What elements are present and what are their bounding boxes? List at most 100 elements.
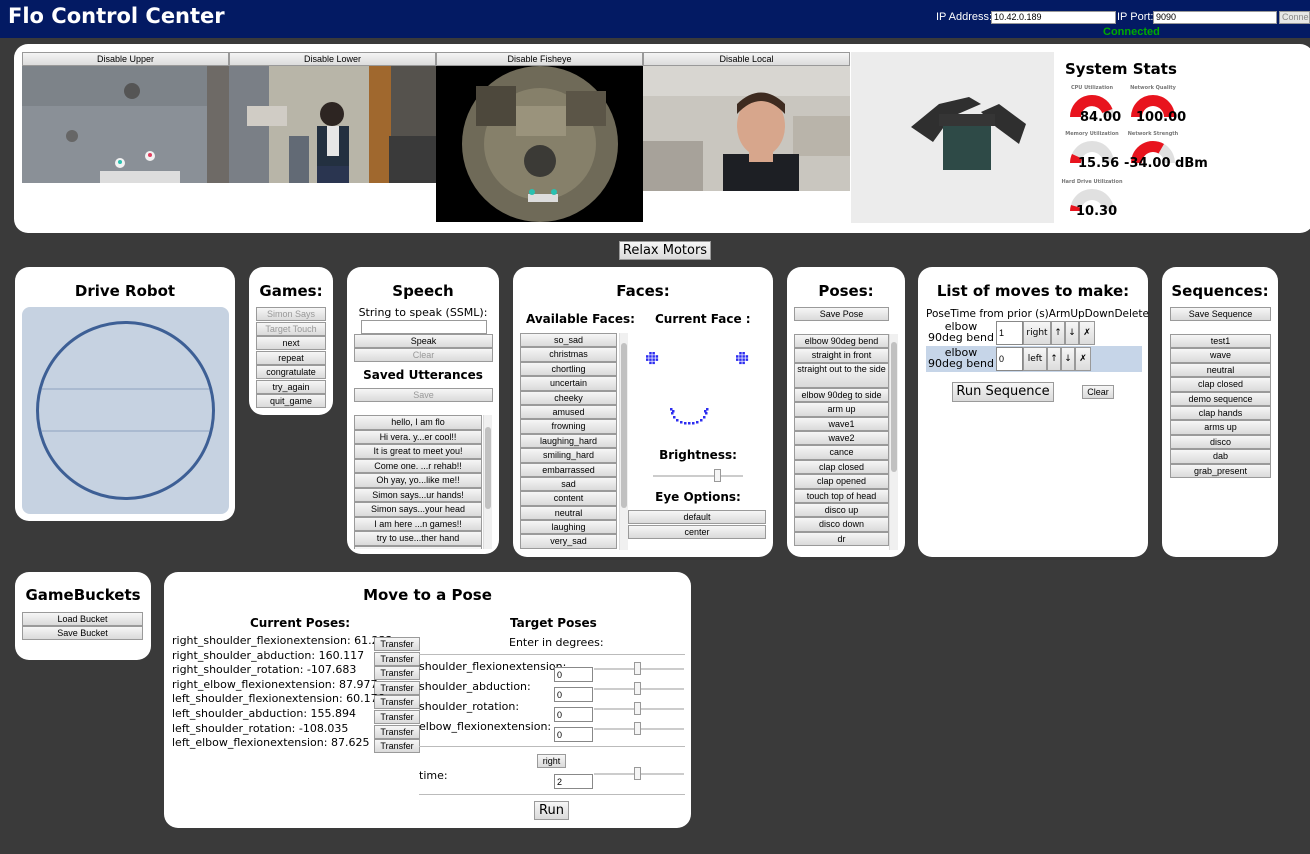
game-button-3[interactable]: repeat: [256, 350, 326, 365]
pose-item[interactable]: disco up: [794, 502, 889, 518]
save-pose-button[interactable]: Save Pose: [794, 307, 889, 321]
ip-port-input[interactable]: 9090: [1153, 11, 1277, 24]
arm-toggle-button[interactable]: right: [537, 754, 566, 768]
transfer-button[interactable]: Transfer: [374, 666, 420, 681]
poses-list[interactable]: elbow 90deg bend straight in front straigh…: [794, 334, 889, 550]
pose-item[interactable]: elbow 90deg to side: [794, 387, 889, 403]
game-button-5[interactable]: try_again: [256, 379, 326, 394]
load-bucket-button[interactable]: Load Bucket: [22, 612, 143, 626]
face-item-so_sad[interactable]: so_sad: [520, 333, 617, 348]
target-joint-input[interactable]: 0: [554, 687, 593, 702]
face-item-uncertain[interactable]: uncertain: [520, 376, 617, 391]
speech-clear-button[interactable]: Clear: [354, 348, 493, 362]
target-slider-knob[interactable]: [634, 682, 641, 695]
save-sequence-button[interactable]: Save Sequence: [1170, 307, 1271, 321]
target-joint-slider[interactable]: [594, 701, 684, 717]
utterance-button[interactable]: Simon says...your head: [354, 502, 482, 517]
target-joint-input[interactable]: 0: [554, 667, 593, 682]
robot-3d-view[interactable]: [851, 52, 1054, 223]
utterance-button[interactable]: Move Right...ullet: [354, 545, 482, 549]
transfer-button[interactable]: Transfer: [374, 724, 420, 739]
pose-item[interactable]: disco down: [794, 517, 889, 532]
transfer-button[interactable]: Transfer: [374, 651, 420, 666]
move-arm-button[interactable]: left: [1023, 347, 1047, 371]
pose-item[interactable]: cance: [794, 445, 889, 460]
utterance-button[interactable]: hello, I am flo: [354, 415, 482, 430]
transfer-button[interactable]: Transfer: [374, 695, 420, 710]
utterance-scrollbar[interactable]: [483, 415, 492, 549]
drive-joystick[interactable]: [22, 307, 229, 514]
pose-item[interactable]: touch top of head: [794, 488, 889, 503]
brightness-slider[interactable]: [653, 468, 743, 484]
disable-upper-button[interactable]: Disable Upper: [22, 52, 229, 66]
game-button-0[interactable]: Simon Says: [256, 307, 326, 321]
face-item-christmas[interactable]: christmas: [520, 347, 617, 362]
target-joint-slider[interactable]: [594, 661, 684, 677]
sequence-item[interactable]: demo sequence: [1170, 391, 1271, 406]
face-item-content[interactable]: content: [520, 491, 617, 506]
game-button-4[interactable]: congratulate: [256, 365, 326, 379]
move-down-button[interactable]: ↓: [1061, 347, 1075, 371]
game-button-2[interactable]: next: [256, 336, 326, 350]
utterance-button[interactable]: Simon says...ur hands!: [354, 487, 482, 502]
utterance-button[interactable]: Oh yay, yo...like me!!: [354, 473, 482, 488]
eye-default-button[interactable]: default: [628, 510, 766, 524]
game-button-1[interactable]: Target Touch: [256, 321, 326, 336]
face-item-laughing[interactable]: laughing: [520, 520, 617, 535]
time-slider[interactable]: [594, 766, 684, 782]
move-up-button[interactable]: ↑: [1047, 347, 1061, 371]
face-item-laughing_hard[interactable]: laughing_hard: [520, 433, 617, 449]
pose-item[interactable]: elbow 90deg bend: [794, 334, 889, 349]
relax-motors-button[interactable]: Relax Motors: [619, 241, 711, 260]
poses-scroll-thumb[interactable]: [891, 342, 897, 472]
pose-item[interactable]: dr: [794, 531, 889, 547]
save-utterance-button[interactable]: Save: [354, 388, 493, 402]
disable-lower-button[interactable]: Disable Lower: [229, 52, 436, 66]
utterance-button[interactable]: I am here ...n games!!: [354, 516, 482, 531]
move-delete-button[interactable]: ✗: [1075, 347, 1091, 371]
face-item-chortling[interactable]: chortling: [520, 361, 617, 377]
pose-item[interactable]: wave1: [794, 416, 889, 431]
target-slider-knob[interactable]: [634, 702, 641, 715]
target-joint-input[interactable]: 0: [554, 707, 593, 722]
sequence-item[interactable]: dab: [1170, 449, 1271, 464]
face-item-frowning[interactable]: frowning: [520, 419, 617, 434]
sequence-item[interactable]: wave: [1170, 348, 1271, 363]
run-sequence-button[interactable]: Run Sequence: [952, 382, 1054, 402]
time-input[interactable]: 2: [554, 774, 593, 789]
utterance-button[interactable]: It is great to meet you!: [354, 444, 482, 459]
time-slider-knob[interactable]: [634, 767, 641, 780]
pose-item[interactable]: arm up: [794, 402, 889, 417]
sequence-item[interactable]: neutral: [1170, 362, 1271, 378]
disable-fisheye-button[interactable]: Disable Fisheye: [436, 52, 643, 66]
face-item-amused[interactable]: amused: [520, 404, 617, 420]
sequence-item[interactable]: test1: [1170, 334, 1271, 349]
target-joint-slider[interactable]: [594, 681, 684, 697]
speak-button[interactable]: Speak: [354, 334, 493, 348]
move-arm-button[interactable]: right: [1023, 321, 1051, 345]
faces-list[interactable]: so_sad christmas chortling uncertain cheeky a…: [520, 333, 618, 550]
transfer-button[interactable]: Transfer: [374, 637, 420, 651]
disable-local-button[interactable]: Disable Local: [643, 52, 850, 66]
face-item-embarrassed[interactable]: embarrassed: [520, 462, 617, 477]
target-slider-knob[interactable]: [634, 722, 641, 735]
connect-button[interactable]: Connect: [1279, 11, 1310, 24]
utterance-list[interactable]: hello, I am flo Hi vera. y...er cool!! It …: [354, 415, 482, 549]
game-button-6[interactable]: quit_game: [256, 394, 326, 408]
sequence-item[interactable]: grab_present: [1170, 463, 1271, 478]
faces-scroll-thumb[interactable]: [621, 343, 627, 508]
pose-item[interactable]: clap opened: [794, 474, 889, 489]
utterance-scroll-thumb[interactable]: [485, 427, 491, 509]
run-pose-button[interactable]: Run: [534, 801, 569, 820]
pose-item[interactable]: straight out to the side: [794, 362, 889, 388]
move-down-button[interactable]: ↓: [1065, 321, 1079, 345]
move-time-input[interactable]: 0: [996, 347, 1023, 371]
sequence-item[interactable]: clap closed: [1170, 377, 1271, 392]
sequence-item[interactable]: clap hands: [1170, 405, 1271, 421]
pose-item[interactable]: wave2: [794, 430, 889, 446]
save-bucket-button[interactable]: Save Bucket: [22, 626, 143, 640]
face-item-neutral[interactable]: neutral: [520, 505, 617, 521]
move-up-button[interactable]: ↑: [1051, 321, 1065, 345]
sequences-list[interactable]: test1 wave neutral clap closed demo sequence…: [1170, 334, 1271, 478]
faces-scrollbar[interactable]: [619, 333, 628, 550]
